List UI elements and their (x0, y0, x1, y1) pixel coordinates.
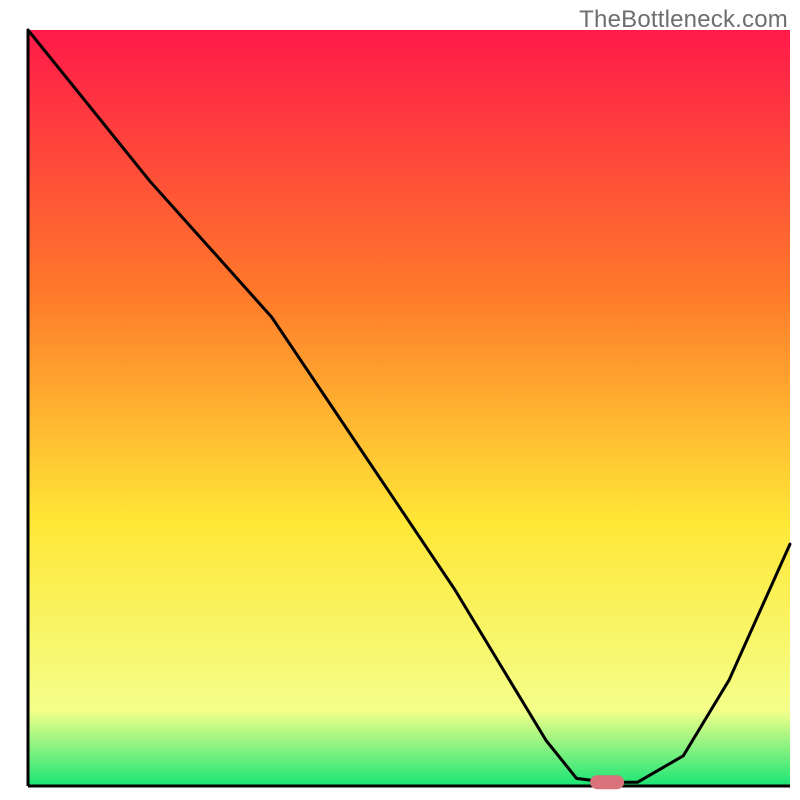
plot-background (28, 30, 790, 786)
watermark: TheBottleneck.com (579, 6, 788, 34)
chart-svg (0, 0, 800, 800)
marker (590, 775, 624, 789)
chart-container: TheBottleneck.com (0, 0, 800, 800)
